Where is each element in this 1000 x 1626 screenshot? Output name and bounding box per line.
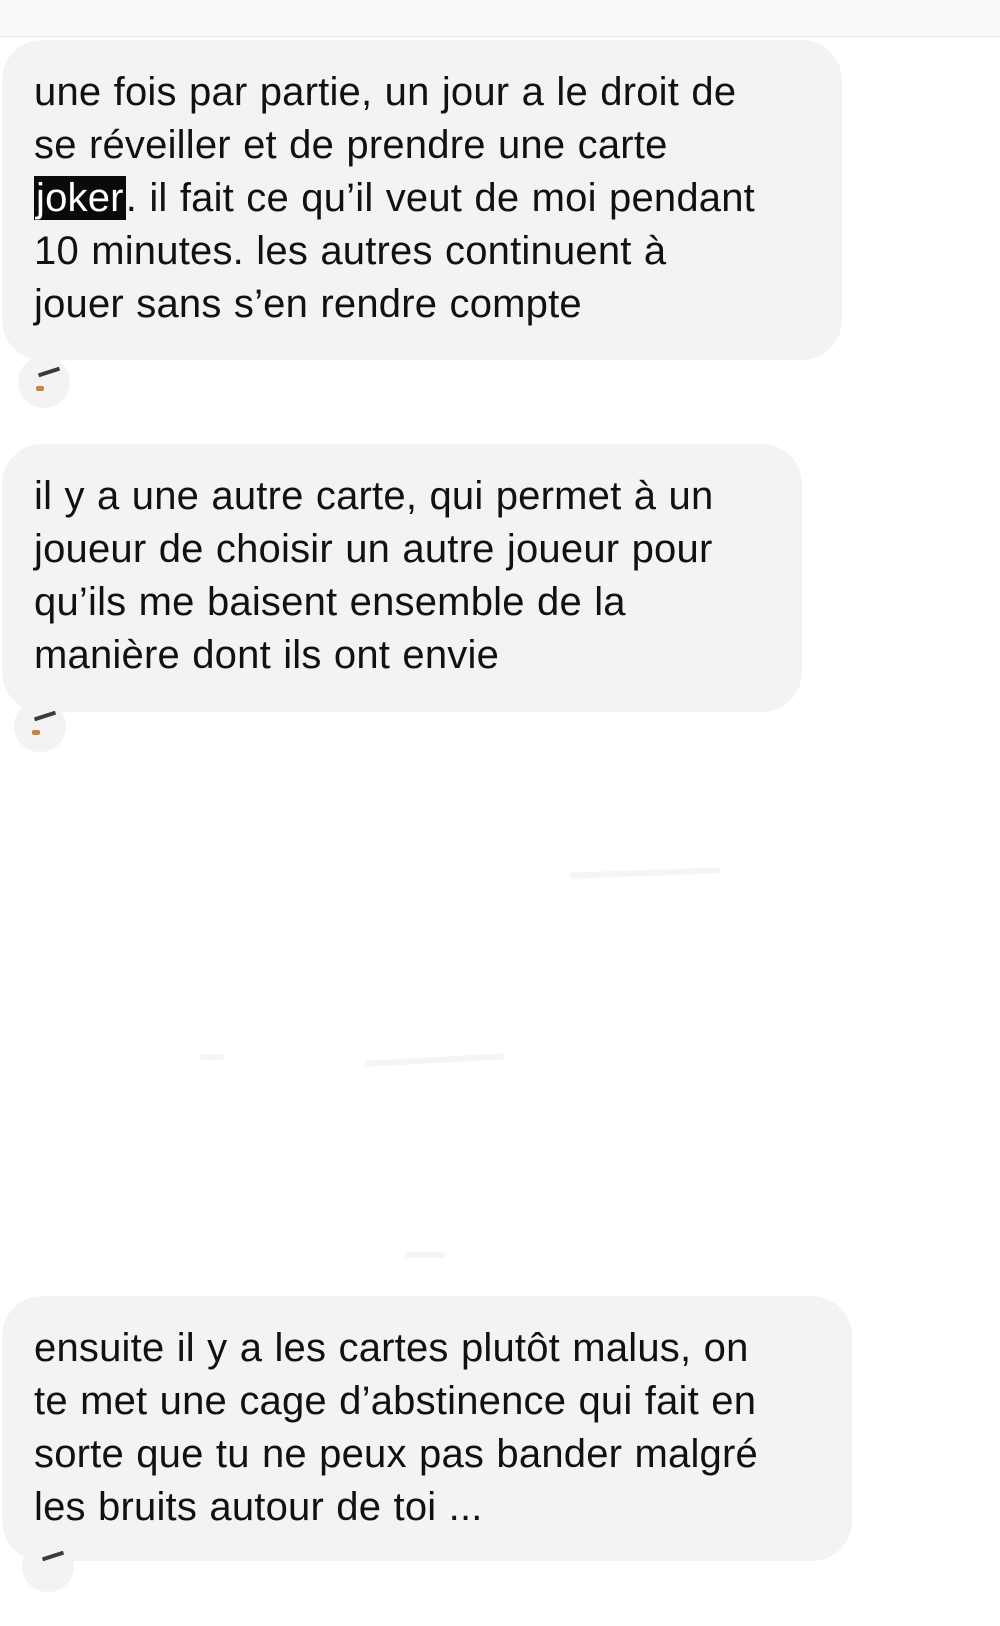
message-line: ensuite il y a les cartes plutôt malus, … xyxy=(34,1326,749,1370)
avatar-mark xyxy=(32,730,40,735)
message-line: une fois par partie, un jour a le droit … xyxy=(34,70,737,114)
message-line: manière dont ils ont envie xyxy=(34,633,500,677)
avatar-mark xyxy=(36,386,44,391)
message-bubble[interactable]: une fois par partie, un jour a le droit … xyxy=(2,40,842,360)
message-line: jouer sans s’en rendre compte xyxy=(34,282,582,326)
sender-avatar-icon[interactable] xyxy=(14,700,66,752)
message-line: les bruits autour de toi ... xyxy=(34,1485,483,1529)
message-line: se réveiller et de prendre une carte xyxy=(34,123,668,167)
message-line: sorte que tu ne peux pas bander malgré xyxy=(34,1432,758,1476)
message-line: joker. il fait ce qu’il veut de moi pend… xyxy=(34,172,812,225)
avatar-mark xyxy=(33,710,57,722)
message-line: te met une cage d’abstinence qui fait en xyxy=(34,1379,757,1423)
blurred-area xyxy=(200,1054,224,1060)
message-line: il y a une autre carte, qui permet à un xyxy=(34,474,714,518)
sender-avatar-icon[interactable] xyxy=(18,356,70,408)
avatar-mark xyxy=(41,1550,65,1562)
sender-avatar-icon[interactable] xyxy=(22,1540,74,1592)
message-line-rest: . il fait ce qu’il veut de moi pendant xyxy=(125,176,755,220)
message-bubble[interactable]: ensuite il y a les cartes plutôt malus, … xyxy=(2,1296,852,1561)
selected-text-highlight[interactable]: joker xyxy=(34,176,126,220)
message-bubble[interactable]: il y a une autre carte, qui permet à un … xyxy=(2,444,802,712)
message-line: 10 minutes. les autres continuent à xyxy=(34,229,667,273)
message-line: joueur de choisir un autre joueur pour xyxy=(34,527,713,571)
blurred-area xyxy=(405,1252,445,1258)
blurred-area xyxy=(364,1053,506,1067)
message-line: qu’ils me baisent ensemble de la xyxy=(34,580,626,624)
blurred-area xyxy=(569,867,721,879)
avatar-mark xyxy=(37,366,61,378)
top-bar xyxy=(0,0,1000,37)
